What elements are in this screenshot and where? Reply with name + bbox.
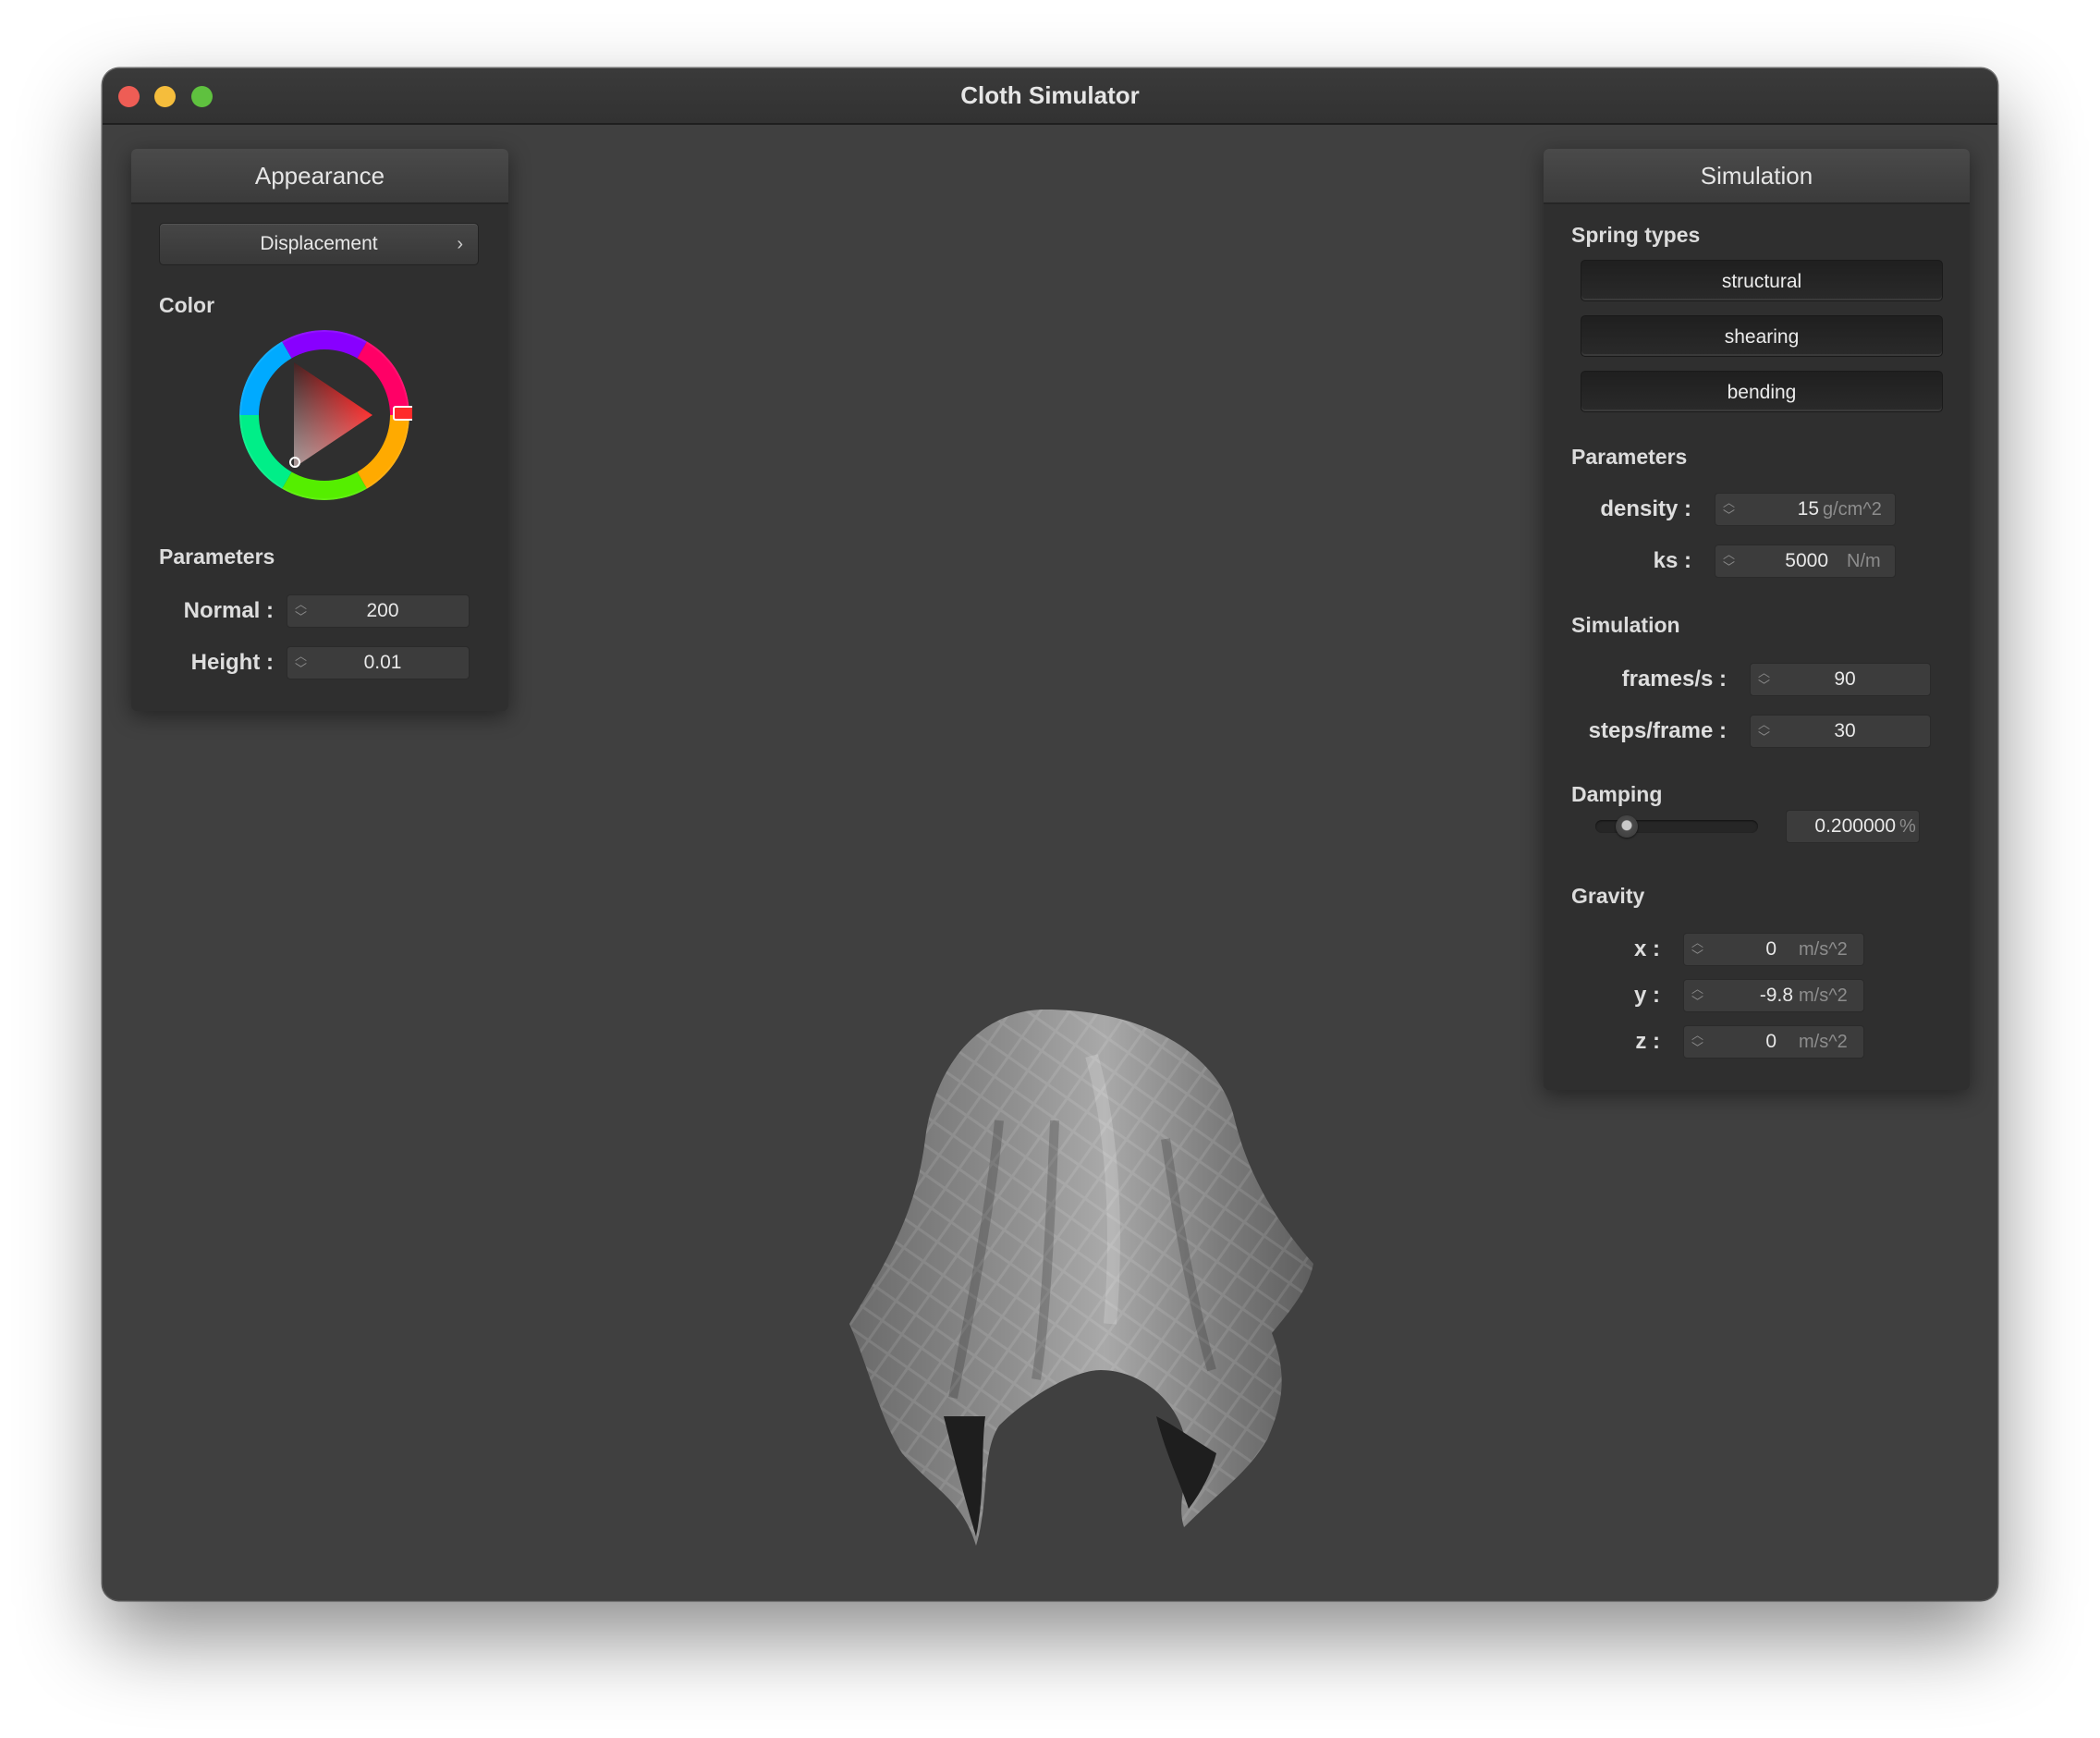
structural-spring-button[interactable]: structural [1581,260,1943,301]
ks-unit: N/m [1847,551,1881,571]
gravity-z-unit: m/s^2 [1799,1032,1848,1052]
steps-per-frame-input[interactable]: ︿ ﹀ 30 [1750,715,1931,748]
density-label: density : [1600,496,1691,521]
gravity-z-value: 0 [1765,1031,1776,1052]
cloth-viewport-render[interactable] [814,936,1332,1546]
chevron-right-icon: › [457,234,463,254]
cloth-texture [849,1010,1313,1546]
ks-value: 5000 [1785,550,1828,571]
gravity-y-value: -9.8 [1759,985,1793,1006]
gravity-y-label: y : [1633,983,1660,1008]
color-label: Color [159,293,215,317]
up-down-chevron-icon[interactable]: ︿ ﹀ [1723,496,1735,522]
ks-input[interactable]: ︿ ﹀ 5000 N/m [1715,545,1896,578]
density-input[interactable]: ︿ ﹀ 15 g/cm^2 [1715,493,1896,526]
simulation-section-label: Simulation [1571,613,1680,637]
gravity-x-value: 0 [1765,938,1776,960]
damping-label: Damping [1571,782,1663,806]
up-down-chevron-icon[interactable]: ︿ ﹀ [1691,983,1703,1009]
up-down-chevron-icon[interactable]: ︿ ﹀ [1723,548,1735,574]
simulation-panel-header[interactable]: Simulation [1544,149,1970,204]
gravity-y-input[interactable]: ︿ ﹀ -9.8 m/s^2 [1683,979,1864,1012]
height-value: 0.01 [363,652,402,673]
color-wheel[interactable] [237,327,412,503]
title-bar: Cloth Simulator [103,68,1997,125]
gravity-x-label: x : [1633,936,1660,961]
hue-selector-handle[interactable] [393,406,412,421]
normal-value: 200 [366,600,399,621]
spring-types-label: Spring types [1571,223,1701,247]
ks-label: ks : [1653,548,1691,573]
damping-value: 0.200000 [1814,815,1896,837]
damping-slider[interactable] [1595,815,1758,838]
height-label: Height : [190,650,274,675]
appearance-panel-header[interactable]: Appearance [131,149,508,204]
density-value: 15 [1797,498,1819,520]
bending-spring-button[interactable]: bending [1581,371,1943,412]
gravity-x-unit: m/s^2 [1799,939,1848,960]
shader-dropdown-value: Displacement [260,233,378,254]
steps-per-frame-label: steps/frame : [1588,718,1727,743]
app-window: Cloth Simulator Appearance Displacement … [103,68,1997,1600]
shader-dropdown[interactable]: Displacement › [159,223,479,265]
normal-input[interactable]: ︿ ﹀ 200 [287,594,470,628]
gravity-z-label: z : [1635,1029,1660,1054]
frames-per-s-label: frames/s : [1621,667,1727,692]
gravity-label: Gravity [1571,884,1645,908]
up-down-chevron-icon[interactable]: ︿ ﹀ [1691,936,1703,962]
damping-value-box[interactable]: 0.200000 % [1786,810,1920,843]
simulation-parameters-label: Parameters [1571,445,1688,469]
window-title: Cloth Simulator [960,81,1140,109]
frames-per-s-value: 90 [1834,668,1856,690]
frames-per-s-input[interactable]: ︿ ﹀ 90 [1750,663,1931,696]
shearing-spring-button[interactable]: shearing [1581,315,1943,357]
normal-label: Normal : [183,598,274,623]
gravity-x-input[interactable]: ︿ ﹀ 0 m/s^2 [1683,933,1864,966]
appearance-parameters-label: Parameters [159,545,275,569]
simulation-panel: Simulation Spring types structural shear… [1544,149,1970,1090]
up-down-chevron-icon[interactable]: ︿ ﹀ [1691,1029,1703,1055]
density-unit: g/cm^2 [1823,499,1882,520]
gravity-y-unit: m/s^2 [1799,985,1848,1006]
damping-unit: % [1899,816,1916,837]
height-input[interactable]: ︿ ﹀ 0.01 [287,646,470,679]
steps-per-frame-value: 30 [1834,720,1856,741]
appearance-panel: Appearance Displacement › Color Paramete… [131,149,508,711]
gravity-z-input[interactable]: ︿ ﹀ 0 m/s^2 [1683,1025,1864,1059]
damping-slider-knob[interactable] [1616,815,1638,838]
